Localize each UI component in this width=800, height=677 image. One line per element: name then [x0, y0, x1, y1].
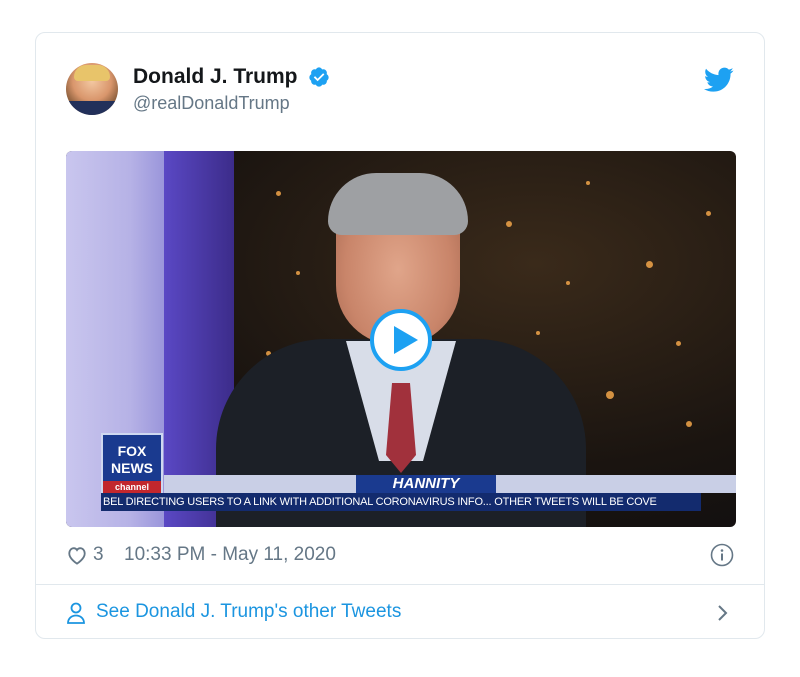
person-icon [67, 602, 85, 624]
anchor-hair [328, 173, 468, 235]
chevron-right-icon[interactable] [716, 603, 730, 623]
author-names: Donald J. Trump @realDonaldTrump [133, 65, 330, 114]
heart-icon[interactable] [66, 545, 88, 565]
avatar-suit [66, 101, 118, 115]
footer-divider [36, 584, 764, 585]
logo-line-1: FOX [117, 443, 147, 459]
other-tweets-footer[interactable]: See Donald J. Trump's other Tweets [66, 599, 734, 627]
news-ticker: BEL DIRECTING USERS TO A LINK WITH ADDIT… [101, 493, 701, 511]
author-display-name[interactable]: Donald J. Trump [133, 65, 298, 89]
avatar-hair [74, 65, 110, 81]
verified-icon [309, 67, 329, 87]
play-icon[interactable] [370, 309, 432, 371]
video-player[interactable]: HANNITY FOX NEWS channel BEL DIRECTING U… [66, 151, 736, 527]
tweet-meta: 3 10:33 PM - May 11, 2020 [66, 543, 734, 567]
logo-line-3: channel [103, 481, 161, 493]
see-other-tweets-link[interactable]: See Donald J. Trump's other Tweets [96, 601, 401, 623]
embedded-tweet-card: Donald J. Trump @realDonaldTrump HANNITY… [35, 32, 765, 639]
tweet-timestamp[interactable]: 10:33 PM - May 11, 2020 [124, 544, 336, 566]
like-count[interactable]: 3 [93, 544, 104, 566]
show-name-label: HANNITY [356, 475, 496, 493]
logo-line-2: NEWS [111, 460, 153, 476]
twitter-bird-icon[interactable] [704, 67, 734, 93]
avatar[interactable] [66, 63, 118, 115]
info-icon[interactable] [710, 543, 734, 567]
tweet-header: Donald J. Trump @realDonaldTrump [66, 61, 734, 121]
author-handle[interactable]: @realDonaldTrump [133, 93, 330, 114]
channel-logo: FOX NEWS channel [101, 433, 163, 495]
